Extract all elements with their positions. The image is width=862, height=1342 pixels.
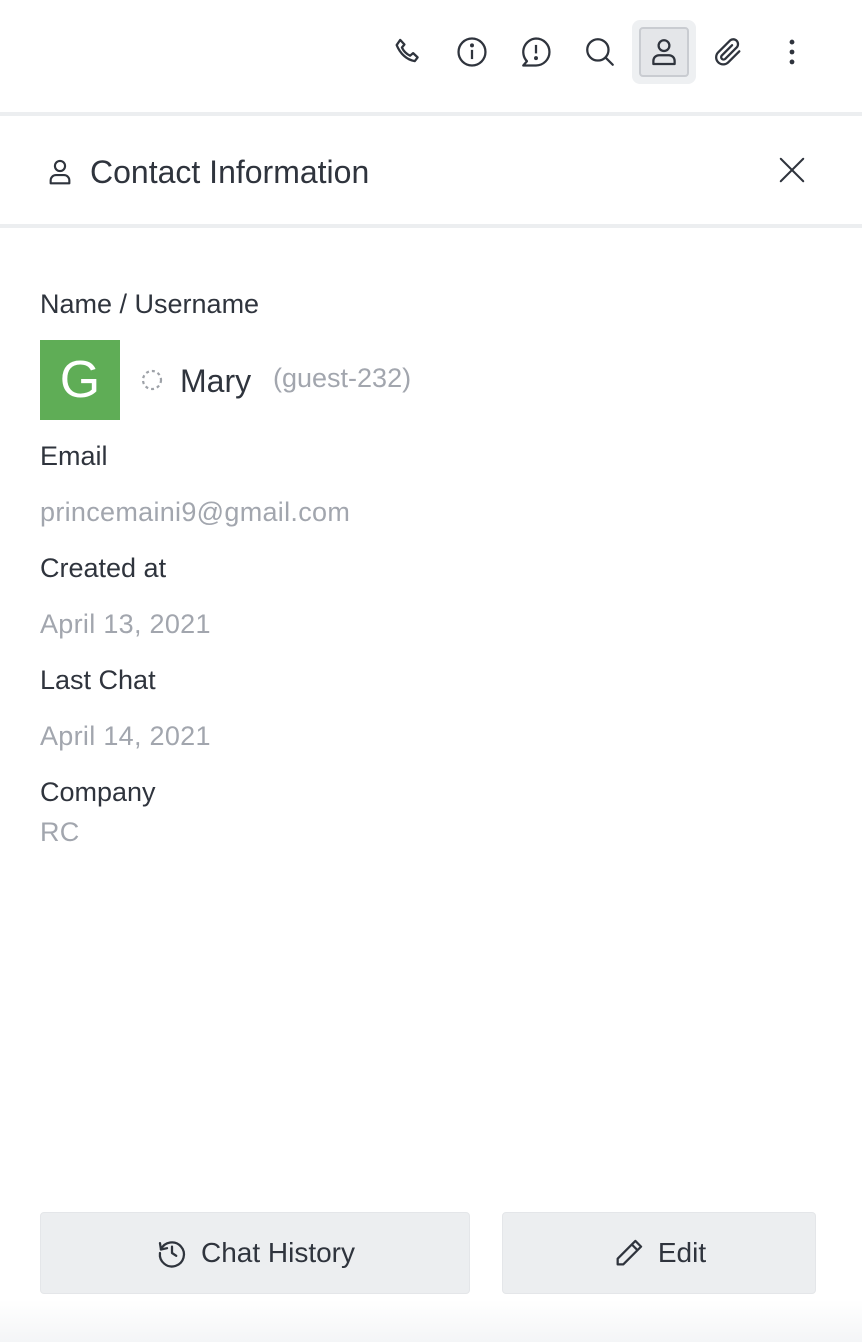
edit-button[interactable]: Edit <box>502 1212 816 1294</box>
pencil-icon <box>616 1239 643 1266</box>
email-label: Email <box>40 441 108 471</box>
room-info-button[interactable] <box>440 20 504 84</box>
search-icon <box>586 38 614 66</box>
edit-label: Edit <box>657 1237 707 1268</box>
created-at-value: April 13, 2021 <box>40 609 211 639</box>
user-icon <box>652 39 676 66</box>
paperclip-icon <box>715 38 741 66</box>
name-username-label: Name / Username <box>40 289 260 319</box>
phone-icon <box>395 38 419 63</box>
discussion-alert-icon <box>522 37 551 67</box>
last-chat-label: Last Chat <box>40 665 156 695</box>
contextual-bar-header: Contact Information <box>0 116 862 224</box>
call-button[interactable] <box>376 20 440 84</box>
contact-name: Mary <box>180 363 252 399</box>
email-value[interactable]: princemaini9@gmail.com <box>40 496 350 528</box>
history-icon <box>158 1241 186 1268</box>
close-panel-button[interactable] <box>770 148 814 192</box>
last-chat-value: April 14, 2021 <box>40 721 211 751</box>
status-offline-icon <box>141 369 163 391</box>
avatar: G <box>40 340 120 420</box>
contact-username: (guest-232) <box>273 363 412 393</box>
chat-history-label: Chat History <box>200 1237 356 1268</box>
created-at-label: Created at <box>40 553 167 583</box>
company-value: RC <box>40 817 80 847</box>
more-options-button[interactable] <box>760 20 824 84</box>
user-icon <box>49 159 71 185</box>
close-icon <box>779 157 805 183</box>
header-divider <box>0 224 862 228</box>
bottom-fade <box>0 1300 862 1342</box>
room-toolbar <box>0 0 862 112</box>
discussion-button[interactable] <box>504 20 568 84</box>
search-messages-button[interactable] <box>568 20 632 84</box>
panel-title: Contact Information <box>90 154 370 190</box>
chat-history-button[interactable]: Chat History <box>40 1212 470 1294</box>
company-label: Company <box>40 777 156 807</box>
kebab-menu-icon <box>789 39 795 65</box>
info-icon <box>457 37 487 67</box>
files-button[interactable] <box>696 20 760 84</box>
contact-info-button[interactable] <box>632 20 696 84</box>
